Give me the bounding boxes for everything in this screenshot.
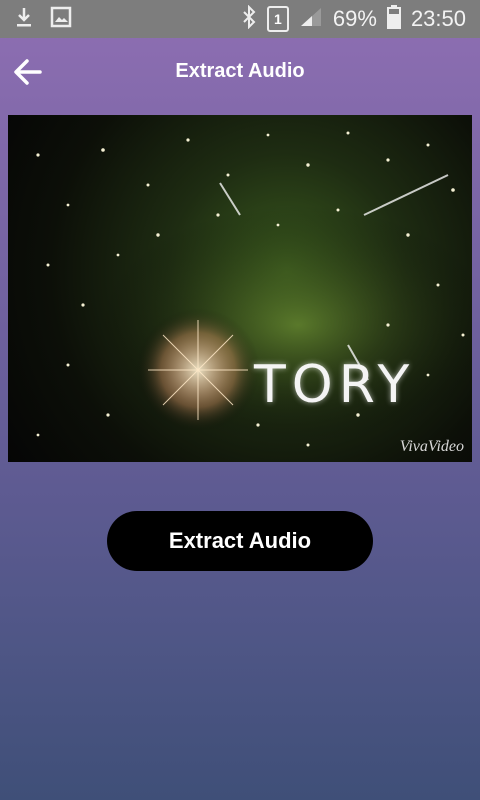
watermark: VivaVideo: [399, 438, 464, 455]
sim-icon: 1: [266, 6, 289, 32]
battery-icon: [386, 4, 401, 34]
status-bar: 1 69% 23:50: [0, 0, 480, 38]
extract-audio-button[interactable]: Extract Audio: [107, 511, 373, 571]
back-button[interactable]: [10, 54, 46, 90]
battery-percent: 69%: [332, 6, 377, 31]
clock: 23:50: [410, 6, 466, 31]
image-icon: [50, 6, 72, 33]
video-preview[interactable]: TORY VivaVideo: [8, 115, 472, 462]
signal-icon: [299, 6, 323, 33]
video-overlay-text: TORY: [254, 355, 416, 415]
bluetooth-icon: [241, 4, 257, 34]
page-title: Extract Audio: [175, 59, 305, 82]
download-icon: [14, 6, 34, 33]
arrow-left-icon: [14, 59, 42, 85]
app-bar: Extract Audio: [0, 38, 480, 104]
